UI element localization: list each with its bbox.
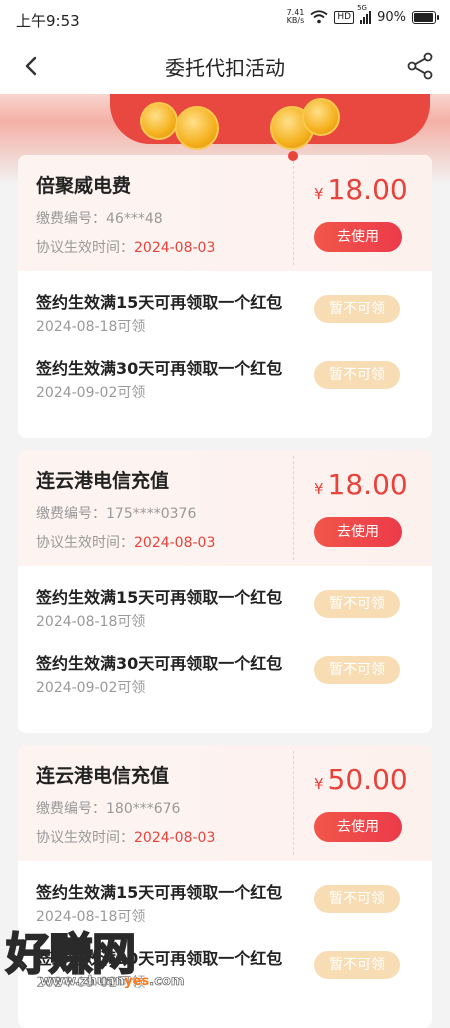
status-icons: 7.41 KB/s HD 5G 90% bbox=[286, 4, 439, 25]
watermark-logo-text: 好赚网 bbox=[5, 928, 137, 981]
merchant-name: 连云港电信充值 bbox=[36, 765, 170, 787]
dashed-divider bbox=[293, 456, 294, 560]
claim-button-disabled[interactable]: 暂不可领 bbox=[314, 951, 400, 979]
signal-icon: 5G bbox=[357, 4, 372, 24]
share-icon[interactable] bbox=[404, 50, 436, 82]
battery-percent: 90% bbox=[377, 9, 406, 25]
activity-card: 连云港电信充值 缴费编号：175****0376 协议生效时间：2024-08-… bbox=[18, 450, 432, 733]
use-button[interactable]: 去使用 bbox=[314, 517, 402, 547]
status-time: 上午9:53 bbox=[16, 12, 80, 30]
effective-time: 协议生效时间：2024-08-03 bbox=[36, 240, 216, 256]
reward-date: 2024-08-18可领 bbox=[36, 319, 146, 335]
card-header: 倍聚威电费 缴费编号：46***48 协议生效时间：2024-08-03 ¥18… bbox=[18, 155, 432, 271]
watermark-url: www.zhuanyes.com bbox=[40, 974, 185, 990]
effective-time: 协议生效时间：2024-08-03 bbox=[36, 535, 216, 551]
red-packet-amount: ¥50.00 bbox=[314, 763, 408, 796]
merchant-name: 倍聚威电费 bbox=[36, 175, 132, 197]
coin-icon bbox=[175, 106, 219, 150]
battery-icon bbox=[412, 10, 439, 24]
use-button[interactable]: 去使用 bbox=[314, 222, 402, 252]
reward-row: 签约生效满30天可再领取一个红包 2024-09-02可领 暂不可领 bbox=[18, 337, 432, 403]
effective-time: 协议生效时间：2024-08-03 bbox=[36, 830, 216, 846]
page-title: 委托代扣活动 bbox=[165, 56, 285, 80]
claim-button-disabled[interactable]: 暂不可领 bbox=[314, 885, 400, 913]
hd-badge: HD bbox=[334, 10, 355, 24]
wifi-icon bbox=[310, 10, 328, 24]
reward-date: 2024-09-02可领 bbox=[36, 680, 146, 696]
reward-title: 签约生效满15天可再领取一个红包 bbox=[36, 883, 283, 902]
card-header: 连云港电信充值 缴费编号：180***676 协议生效时间：2024-08-03… bbox=[18, 745, 432, 861]
merchant-name: 连云港电信充值 bbox=[36, 470, 170, 492]
reward-date: 2024-08-18可领 bbox=[36, 614, 146, 630]
red-packet-amount: ¥18.00 bbox=[314, 173, 408, 206]
reward-title: 签约生效满30天可再领取一个红包 bbox=[36, 654, 283, 673]
dashed-divider bbox=[293, 161, 294, 265]
claim-button-disabled[interactable]: 暂不可领 bbox=[314, 295, 400, 323]
reward-row: 签约生效满15天可再领取一个红包 2024-08-18可领 暂不可领 bbox=[18, 566, 432, 632]
status-bar: 上午9:53 7.41 KB/s HD 5G 90% bbox=[0, 0, 450, 38]
reward-row: 签约生效满30天可再领取一个红包 2024-09-02可领 暂不可领 bbox=[18, 632, 432, 698]
net-speed: 7.41 KB/s bbox=[286, 8, 305, 25]
activity-card: 倍聚威电费 缴费编号：46***48 协议生效时间：2024-08-03 ¥18… bbox=[18, 155, 432, 438]
payment-number: 缴费编号：46***48 bbox=[36, 211, 163, 227]
reward-title: 签约生效满15天可再领取一个红包 bbox=[36, 588, 283, 607]
payment-number: 缴费编号：180***676 bbox=[36, 801, 181, 817]
coin-icon bbox=[302, 98, 340, 136]
reward-title: 签约生效满15天可再领取一个红包 bbox=[36, 293, 283, 312]
coin-icon bbox=[140, 102, 178, 140]
reward-date: 2024-09-02可领 bbox=[36, 385, 146, 401]
claim-button-disabled[interactable]: 暂不可领 bbox=[314, 361, 400, 389]
claim-button-disabled[interactable]: 暂不可领 bbox=[314, 590, 400, 618]
nav-bar: 委托代扣活动 bbox=[0, 38, 450, 94]
reward-row: 签约生效满15天可再领取一个红包 2024-08-18可领 暂不可领 bbox=[18, 271, 432, 337]
dashed-divider bbox=[293, 751, 294, 855]
card-header: 连云港电信充值 缴费编号：175****0376 协议生效时间：2024-08-… bbox=[18, 450, 432, 566]
reward-title: 签约生效满30天可再领取一个红包 bbox=[36, 359, 283, 378]
claim-button-disabled[interactable]: 暂不可领 bbox=[314, 656, 400, 684]
notch-dot bbox=[288, 151, 298, 161]
use-button[interactable]: 去使用 bbox=[314, 812, 402, 842]
payment-number: 缴费编号：175****0376 bbox=[36, 506, 197, 522]
site-watermark: 好赚网 www.zhuanyes.com bbox=[0, 918, 200, 999]
red-packet-amount: ¥18.00 bbox=[314, 468, 408, 501]
